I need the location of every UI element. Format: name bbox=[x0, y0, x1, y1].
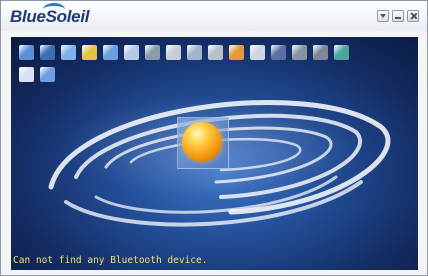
minimize-button[interactable] bbox=[392, 10, 404, 22]
menu-button[interactable] bbox=[377, 10, 389, 22]
title-bar[interactable]: BlueSoleil bbox=[1, 1, 427, 31]
window-controls bbox=[377, 10, 419, 22]
bluesoleil-window: BlueSoleil Can not find any Bluetooth de… bbox=[0, 0, 428, 276]
device-stage: Can not find any Bluetooth device. bbox=[11, 37, 418, 270]
bluetooth-orb-icon[interactable] bbox=[182, 122, 222, 162]
status-message: Can not find any Bluetooth device. bbox=[13, 255, 208, 266]
app-logo: BlueSoleil bbox=[10, 7, 90, 26]
close-button[interactable] bbox=[407, 10, 419, 22]
